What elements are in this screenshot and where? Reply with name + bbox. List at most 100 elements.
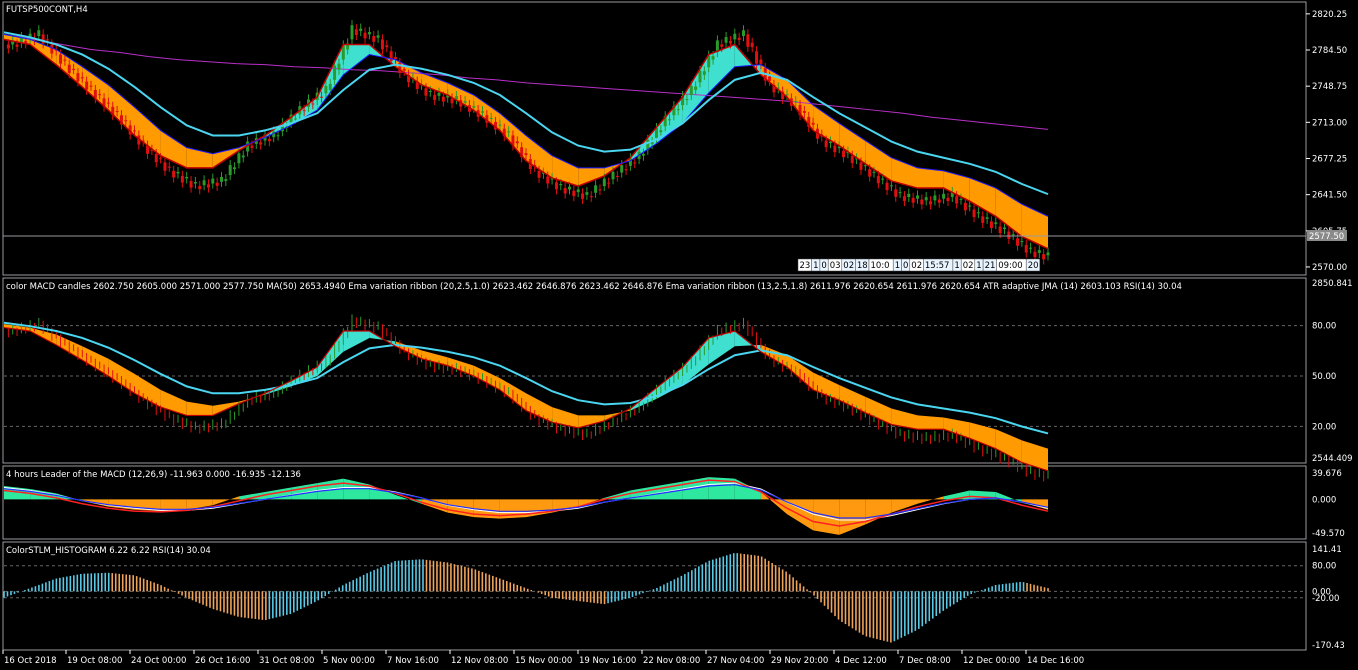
- session-time-labels: 23 1 0 03 02 18 10:0 1 0 02 15:57 1 02 1 21 09:00 20: [797, 258, 1041, 272]
- price-tick-label: 2748.75: [1312, 82, 1347, 92]
- candle-body: [794, 101, 798, 103]
- time-label: 02: [963, 261, 974, 271]
- time-label: 0: [903, 261, 908, 271]
- candle-body: [154, 154, 158, 163]
- candle-body: [1003, 227, 1006, 230]
- macd-tick-label: -49.570: [1312, 529, 1345, 539]
- macd-tick-label: 0.000: [1312, 495, 1336, 505]
- candle-body: [259, 142, 263, 145]
- rsi-tick-label: 80.00: [1312, 322, 1336, 332]
- candle-body: [1024, 245, 1028, 253]
- candle-body: [489, 117, 493, 119]
- time-label: 1: [813, 261, 818, 271]
- time-label: 0: [821, 261, 826, 271]
- candle-body: [694, 86, 698, 90]
- candle-body: [602, 178, 606, 187]
- candle-body: [311, 103, 315, 105]
- candle-body: [293, 118, 297, 120]
- candle-body: [115, 111, 119, 113]
- candle-body: [176, 171, 180, 174]
- scale-top-label: 2850.841: [1312, 279, 1353, 289]
- candle-body: [6, 44, 10, 49]
- candle-body: [559, 184, 563, 186]
- candle-body: [554, 182, 558, 190]
- price-tick-label: 2677.25: [1312, 154, 1347, 164]
- stlm-panel[interactable]: [2, 541, 1307, 651]
- time-label: 21: [985, 261, 996, 271]
- candle-body: [376, 35, 380, 38]
- candle-body: [124, 120, 128, 122]
- candle-body: [276, 135, 280, 137]
- main-plot: [3, 20, 1050, 265]
- candle-body: [907, 193, 911, 197]
- candle-body: [585, 192, 589, 195]
- candle-body: [507, 131, 511, 133]
- price-tick-label: 2570.00: [1312, 263, 1347, 273]
- candle-body: [759, 59, 763, 65]
- stlm-axis: 141.4180.000.00-20.00-170.43: [1312, 545, 1345, 651]
- stlm-tick-label: -20.00: [1312, 594, 1339, 604]
- candle-body: [337, 63, 341, 70]
- candle-body: [981, 216, 985, 223]
- candle-body: [437, 92, 441, 96]
- date-label: 7 Nov 16:00: [387, 656, 439, 666]
- candle-body: [929, 201, 933, 205]
- stlm-tick-label: 80.00: [1312, 562, 1336, 572]
- candle-body: [568, 186, 571, 190]
- p2-ribbon-segment: [186, 401, 213, 416]
- candle-body: [433, 95, 437, 100]
- stlm-tick-label: 141.41: [1312, 545, 1342, 555]
- date-label: 7 Dec 08:00: [899, 656, 951, 666]
- candle-body: [833, 145, 837, 153]
- candle-body: [633, 162, 637, 164]
- candle-body: [80, 77, 84, 79]
- candle-body: [572, 190, 576, 197]
- candle-body: [202, 180, 206, 186]
- candle-body: [842, 150, 846, 158]
- trading-chart[interactable]: FUTSP500CONT,H4 color MACD candles 2602.…: [0, 0, 1358, 670]
- macd-candles-panel[interactable]: [2, 277, 1307, 464]
- candle-body: [581, 193, 585, 199]
- candle-body: [402, 68, 406, 71]
- candle-body: [1011, 234, 1015, 236]
- macd-candles-legend: color MACD candles 2602.750 2605.000 257…: [6, 282, 1182, 292]
- candle-body: [724, 37, 728, 43]
- p2-ribbon-segment: [917, 415, 944, 430]
- date-label: 15 Nov 00:00: [515, 656, 572, 666]
- stlm-plot: [3, 553, 1305, 643]
- candle-body: [598, 189, 602, 191]
- candle-body: [676, 109, 680, 111]
- candle-body: [1016, 238, 1020, 246]
- candle-body: [911, 197, 915, 203]
- candle-body: [172, 170, 176, 178]
- candle-body: [641, 153, 645, 156]
- candle-body: [850, 155, 854, 164]
- date-label: 27 Nov 04:00: [707, 656, 764, 666]
- candle-body: [624, 169, 628, 171]
- candle-body: [302, 110, 306, 112]
- candle-body: [15, 44, 19, 47]
- candle-body: [320, 96, 324, 98]
- macd-hist-segment: [839, 499, 866, 535]
- candle-body: [76, 73, 80, 82]
- candle-body: [424, 88, 428, 96]
- candle-body: [394, 57, 397, 59]
- time-label: 1: [895, 261, 900, 271]
- candle-body: [976, 212, 980, 214]
- candle-body: [206, 184, 210, 188]
- candle-body: [668, 119, 672, 121]
- p2-ribbon-segment: [891, 408, 918, 430]
- rsi-tick-label: 50.00: [1312, 372, 1336, 382]
- candle-body: [89, 85, 93, 87]
- candle-body: [1046, 252, 1050, 256]
- candle-body: [720, 44, 724, 47]
- price-tick-label: 2713.00: [1312, 118, 1347, 128]
- date-label: 19 Nov 16:00: [579, 656, 636, 666]
- candle-body: [620, 165, 624, 173]
- candle-body: [180, 175, 184, 183]
- candle-body: [220, 176, 223, 182]
- candle-body: [1042, 254, 1046, 260]
- candle-body: [193, 181, 197, 184]
- time-label: 10:0: [871, 261, 890, 271]
- macd-tick-label: 39.676: [1312, 469, 1342, 479]
